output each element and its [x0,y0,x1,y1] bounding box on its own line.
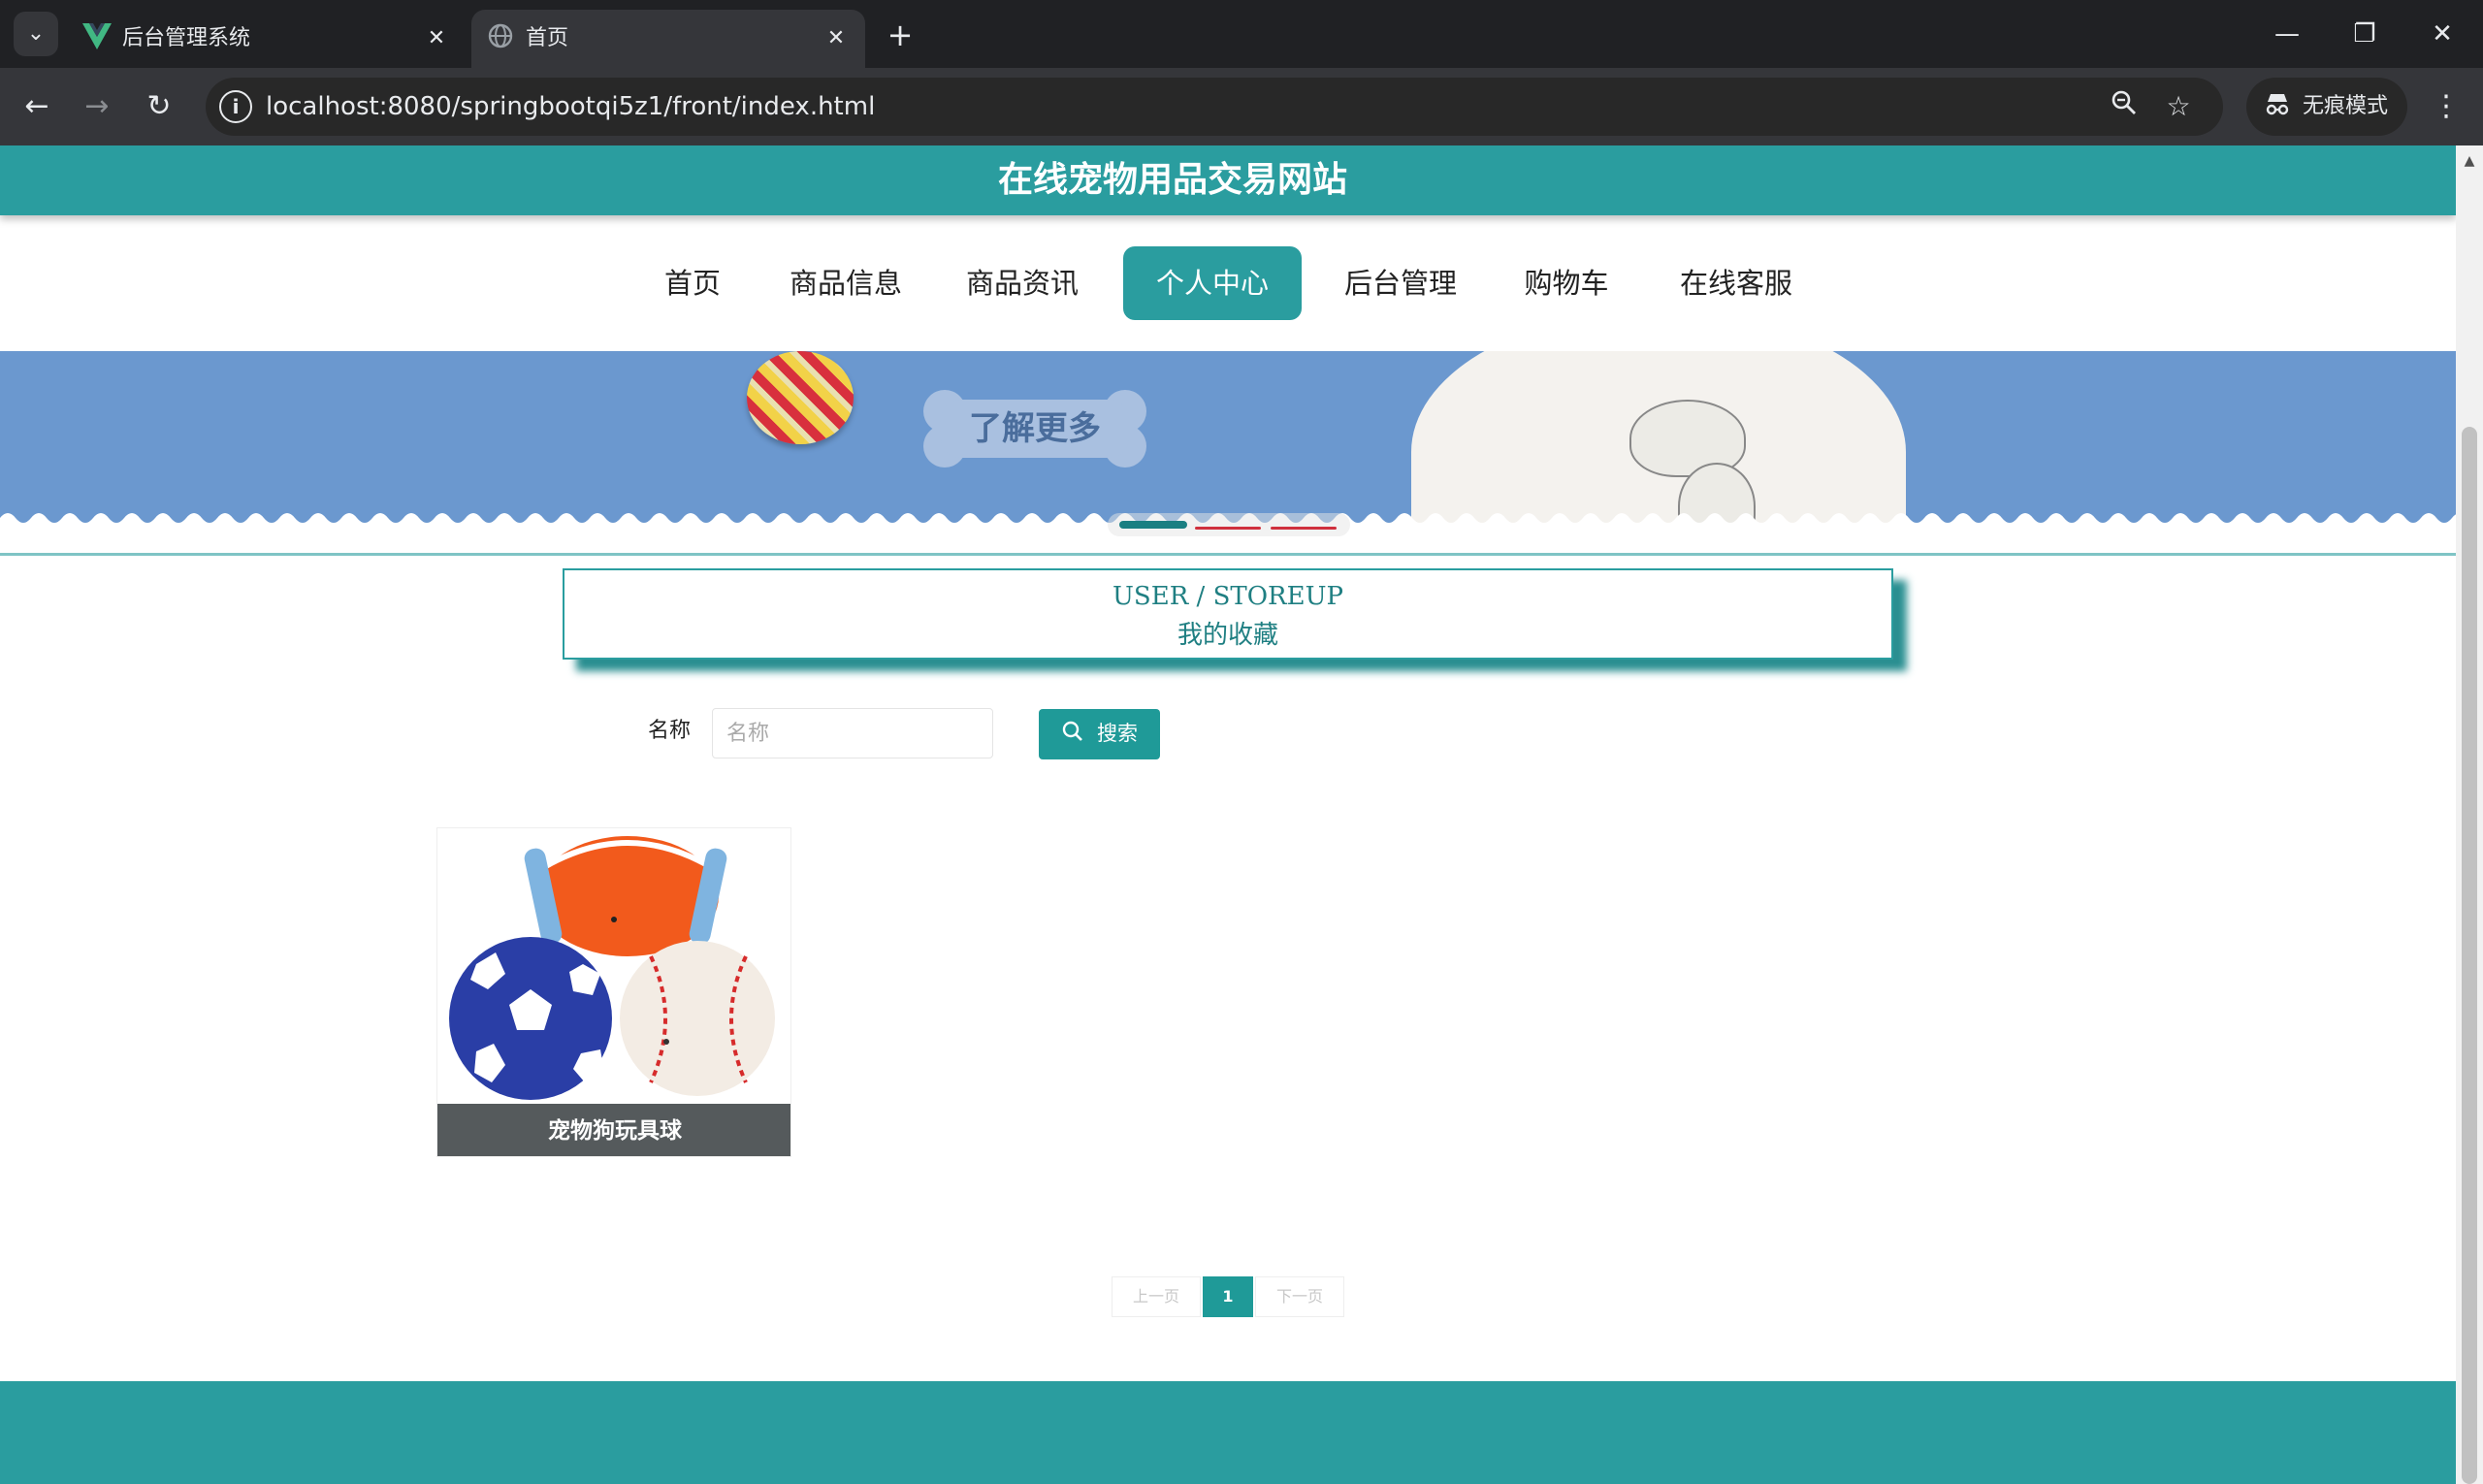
search-button-label: 搜索 [1097,723,1138,745]
minimize-window-icon[interactable]: — [2258,12,2316,56]
product-image [437,828,790,1104]
forward-arrow-icon[interactable]: → [74,83,120,130]
browser-menu-icon[interactable]: ⋮ [2427,83,2466,130]
nav-item-customer-service[interactable]: 在线客服 [1666,246,1806,320]
browser-toolbar: ← → ↻ i localhost:8080/springbootqi5z1/f… [0,68,2483,145]
site-footer [0,1381,2456,1484]
incognito-label: 无痕模式 [2303,94,2389,118]
item-name: 宠物狗玩具球 [437,1104,790,1156]
nav-item-products[interactable]: 商品信息 [776,246,916,320]
name-search-input[interactable] [712,708,993,758]
nav-item-home[interactable]: 首页 [640,246,745,320]
address-bar[interactable]: i localhost:8080/springbootqi5z1/front/i… [206,78,2223,136]
rope-toy-illustration [747,351,854,444]
nav-item-news[interactable]: 商品资讯 [952,246,1092,320]
close-window-icon[interactable]: ✕ [2413,12,2471,56]
carousel-indicator [1108,513,1350,536]
page-viewport: 在线宠物用品交易网站 首页 商品信息 商品资讯 个人中心 后台管理 购物车 在线… [0,145,2456,1484]
main-nav: 首页 商品信息 商品资讯 个人中心 后台管理 购物车 在线客服 [0,215,2456,351]
vue-logo-icon [81,23,113,54]
page-number-current[interactable]: 1 [1203,1276,1253,1317]
tab-search-chevron-icon[interactable]: ⌄ [14,12,58,56]
zoom-icon[interactable] [2107,89,2142,124]
address-url[interactable]: localhost:8080/springbootqi5z1/front/ind… [266,78,875,136]
hero-banner[interactable]: 了解更多 [0,351,2456,555]
search-button[interactable]: 搜索 [1039,709,1160,759]
browser-tab-title: 首页 [526,26,569,50]
search-icon [1062,721,1083,742]
site-title: 在线宠物用品交易网站 [997,160,1347,200]
site-header: 在线宠物用品交易网站 [0,145,2456,215]
incognito-icon [2264,91,2291,124]
new-tab-plus-icon[interactable]: + [879,14,921,56]
back-arrow-icon[interactable]: ← [14,83,60,130]
learn-more-button[interactable]: 了解更多 [919,388,1150,469]
section-divider [0,553,2456,556]
carousel-dot[interactable] [1195,527,1261,530]
globe-icon [485,23,516,54]
bookmark-star-icon[interactable]: ☆ [2161,89,2196,124]
browser-tab-admin[interactable]: 后台管理系统 ✕ [68,10,466,68]
favorite-item-card[interactable]: 宠物狗玩具球 [436,827,791,1157]
site-info-icon[interactable]: i [219,90,252,123]
carousel-dot-active[interactable] [1119,521,1187,529]
incognito-badge[interactable]: 无痕模式 [2246,78,2407,136]
scroll-up-arrow-icon[interactable]: ▲ [2456,151,2483,171]
close-tab-icon[interactable]: ✕ [821,23,852,54]
scrollbar-thumb[interactable] [2462,427,2477,1484]
browser-tab-home[interactable]: 首页 ✕ [471,10,865,68]
section-heading: USER / STOREUP 我的收藏 [563,568,1893,660]
restore-window-icon[interactable]: ❐ [2336,12,2394,56]
reload-icon[interactable]: ↻ [136,83,182,130]
search-label: 名称 [648,719,692,743]
carousel-dot[interactable] [1271,527,1337,530]
nav-item-cart[interactable]: 购物车 [1513,246,1620,320]
nav-item-admin[interactable]: 后台管理 [1331,246,1470,320]
browser-tab-strip: ⌄ 后台管理系统 ✕ 首页 ✕ + — ❐ ✕ [0,0,2483,68]
next-page-button[interactable]: 下一页 [1255,1276,1344,1317]
nav-item-user-center[interactable]: 个人中心 [1123,246,1302,320]
section-title-en: USER / STOREUP [1113,582,1343,611]
close-tab-icon[interactable]: ✕ [421,23,452,54]
browser-tab-title: 后台管理系统 [122,26,251,50]
section-title-cn: 我的收藏 [1177,621,1278,650]
page-scrollbar[interactable]: ▲ [2456,145,2483,1484]
prev-page-button[interactable]: 上一页 [1112,1276,1201,1317]
